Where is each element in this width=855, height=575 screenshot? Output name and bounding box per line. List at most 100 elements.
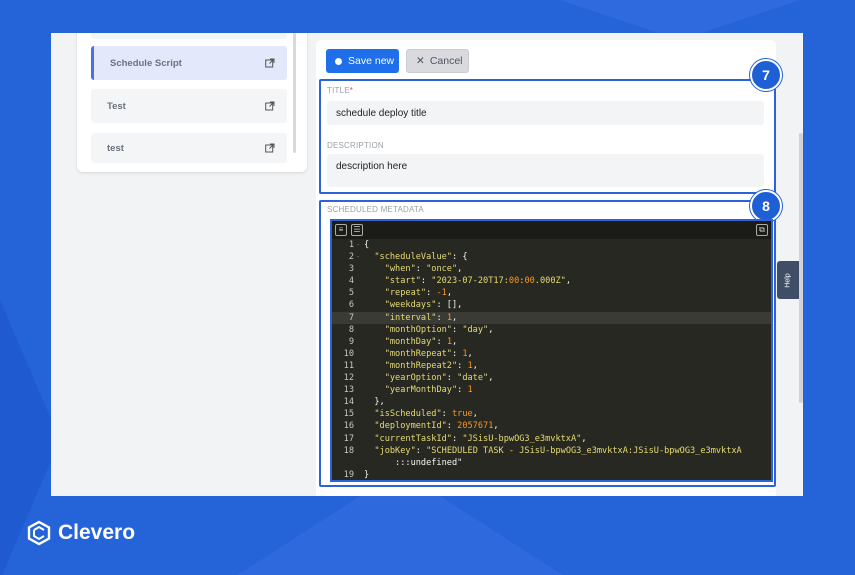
fold-icon[interactable] xyxy=(356,445,364,457)
description-label: DESCRIPTION xyxy=(327,141,384,150)
code-line[interactable]: 1-{ xyxy=(332,239,771,251)
script-list-card: Schedule Script Test test xyxy=(77,33,307,172)
code-text: "when": "once", xyxy=(384,264,463,275)
fold-icon[interactable] xyxy=(356,396,364,408)
code-line[interactable]: 2- "scheduleValue": { xyxy=(332,251,771,263)
code-text: "currentTaskId": "JSisU-bpwOG3_e3mvktxA"… xyxy=(374,433,587,444)
editor-toolbar: ≡ ☰ ⧉ xyxy=(332,221,771,239)
fold-icon[interactable]: - xyxy=(356,251,364,263)
code-line[interactable]: :::undefined" xyxy=(332,457,771,469)
copy-icon[interactable]: ⧉ xyxy=(756,224,768,236)
format-icon[interactable]: ≡ xyxy=(335,224,347,236)
title-label: TITLE* xyxy=(327,86,354,95)
script-list-item-test[interactable]: Test xyxy=(91,89,287,123)
code-line[interactable]: 13 "yearMonthDay": 1 xyxy=(332,384,771,396)
script-list-item-schedule-script[interactable]: Schedule Script xyxy=(91,46,287,80)
fold-icon[interactable]: - xyxy=(356,239,364,251)
code-text: "scheduleValue": { xyxy=(374,252,468,263)
fold-icon[interactable] xyxy=(356,263,364,275)
title-input[interactable]: schedule deploy title xyxy=(327,101,764,125)
circle-icon xyxy=(335,57,342,65)
code-line[interactable]: 5 "repeat": -1, xyxy=(332,287,771,299)
fold-icon[interactable] xyxy=(356,408,364,420)
fold-icon[interactable] xyxy=(356,287,364,299)
code-line[interactable]: 11 "monthRepeat2": 1, xyxy=(332,360,771,372)
code-line[interactable]: 18 "jobKey": "SCHEDULED TASK - JSisU-bpw… xyxy=(332,445,771,457)
fold-icon[interactable] xyxy=(356,469,364,480)
code-text: "monthRepeat": 1, xyxy=(384,348,473,359)
fold-icon[interactable] xyxy=(356,299,364,311)
code-line[interactable]: 17 "currentTaskId": "JSisU-bpwOG3_e3mvkt… xyxy=(332,433,771,445)
code-line[interactable]: 3 "when": "once", xyxy=(332,263,771,275)
line-number: 6 xyxy=(348,300,354,311)
line-number: 7 xyxy=(348,312,354,323)
code-line[interactable]: 14 }, xyxy=(332,396,771,408)
line-number: 1 xyxy=(348,240,354,250)
code-line[interactable]: 10 "monthRepeat": 1, xyxy=(332,348,771,360)
fold-icon[interactable] xyxy=(356,420,364,432)
fold-icon[interactable] xyxy=(356,360,364,372)
code-text: "monthDay": 1, xyxy=(384,336,458,347)
fold-icon[interactable] xyxy=(356,312,364,324)
code-line[interactable]: 12 "yearOption": "date", xyxy=(332,372,771,384)
external-link-icon[interactable] xyxy=(265,58,275,68)
code-line[interactable]: 6 "weekdays": [], xyxy=(332,299,771,311)
code-line[interactable]: 19} xyxy=(332,469,771,480)
code-text: "interval": 1, xyxy=(384,312,458,323)
fold-icon[interactable] xyxy=(356,348,364,360)
code-text: } xyxy=(364,469,370,480)
line-number: 14 xyxy=(343,397,354,408)
code-line[interactable]: 16 "deploymentId": 2057671, xyxy=(332,420,771,432)
line-number: 17 xyxy=(343,433,354,444)
code-text: "start": "2023-07-20T17:00:00.000Z", xyxy=(384,276,572,287)
line-number: 10 xyxy=(343,348,354,359)
list-scrollbar[interactable] xyxy=(293,33,296,153)
scheduled-metadata-label: SCHEDULED METADATA xyxy=(327,205,424,214)
external-link-icon[interactable] xyxy=(265,143,275,153)
save-new-button[interactable]: Save new xyxy=(326,49,399,73)
line-number: 9 xyxy=(348,336,354,347)
json-code-editor[interactable]: ≡ ☰ ⧉ 1-{2- "scheduleValue": {3 "when": … xyxy=(330,219,773,482)
description-textarea[interactable]: description here xyxy=(327,154,764,187)
editor-code-area[interactable]: 1-{2- "scheduleValue": {3 "when": "once"… xyxy=(332,239,771,480)
script-list-item-label: Schedule Script xyxy=(110,57,182,69)
code-text: "isScheduled": true, xyxy=(374,409,478,420)
code-text: }, xyxy=(364,397,385,408)
fold-icon[interactable] xyxy=(356,275,364,287)
fold-icon[interactable] xyxy=(356,433,364,445)
script-list-item[interactable] xyxy=(91,33,287,39)
code-text: "repeat": -1, xyxy=(384,288,453,299)
brand-name: Clevero xyxy=(58,521,136,544)
line-number: 13 xyxy=(343,385,354,396)
code-line[interactable]: 8 "monthOption": "day", xyxy=(332,324,771,336)
required-marker: * xyxy=(349,86,354,95)
external-link-icon[interactable] xyxy=(265,101,275,111)
brand-logo: Clevero xyxy=(26,520,135,546)
fold-icon[interactable] xyxy=(356,324,364,336)
line-number: 15 xyxy=(343,409,354,420)
fold-icon[interactable] xyxy=(356,372,364,384)
line-number: 16 xyxy=(343,421,354,432)
line-number: 2 xyxy=(348,252,354,263)
code-text: "jobKey": "SCHEDULED TASK - JSisU-bpwOG3… xyxy=(374,445,742,456)
step-8-badge: 8 xyxy=(750,190,782,222)
fold-icon[interactable] xyxy=(356,457,364,469)
fold-icon[interactable] xyxy=(356,336,364,348)
line-number xyxy=(332,457,356,469)
line-number: 3 xyxy=(348,264,354,275)
code-text: "deploymentId": 2057671, xyxy=(374,421,499,432)
page-scrollbar[interactable] xyxy=(799,133,803,403)
compact-icon[interactable]: ☰ xyxy=(351,224,363,236)
cancel-button[interactable]: ✕ Cancel xyxy=(406,49,469,73)
code-line[interactable]: 15 "isScheduled": true, xyxy=(332,408,771,420)
fold-icon[interactable] xyxy=(356,384,364,396)
clevero-logo-icon xyxy=(27,520,51,546)
help-tab[interactable]: Help xyxy=(777,261,799,299)
code-line[interactable]: 4 "start": "2023-07-20T17:00:00.000Z", xyxy=(332,275,771,287)
script-list-item-test-lower[interactable]: test xyxy=(91,133,287,163)
code-text: "weekdays": [], xyxy=(384,300,463,311)
code-text: { xyxy=(364,240,370,250)
code-line[interactable]: 9 "monthDay": 1, xyxy=(332,336,771,348)
code-line[interactable]: 7 "interval": 1, xyxy=(332,311,771,324)
code-text: "monthOption": "day", xyxy=(384,324,494,335)
